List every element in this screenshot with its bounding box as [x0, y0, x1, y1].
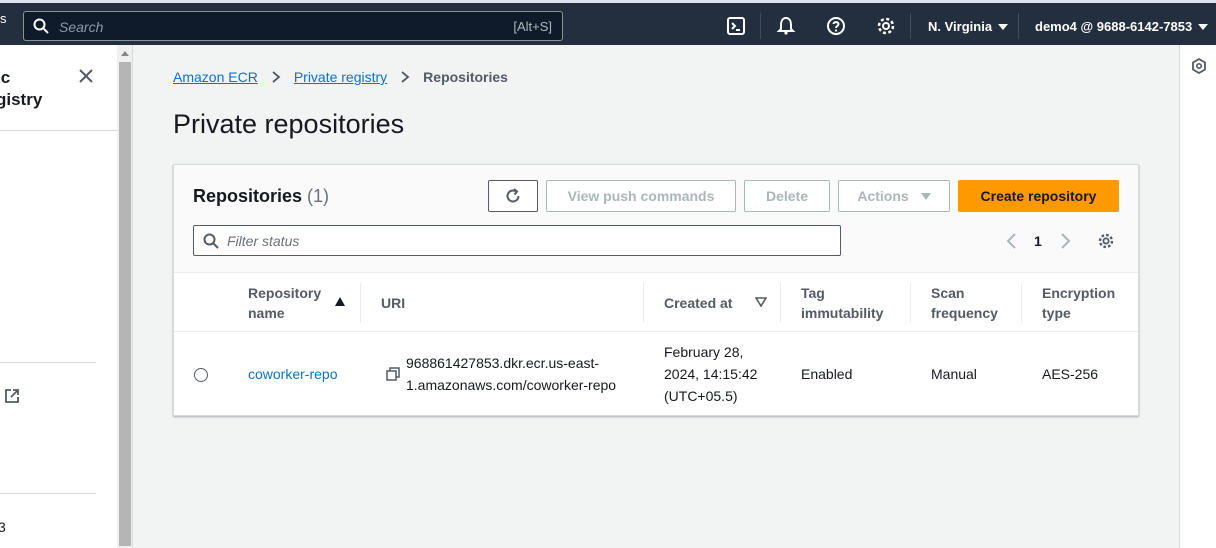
column-header-tag-immutability[interactable]: Tag immutability — [801, 283, 883, 323]
region-label: N. Virginia — [928, 19, 993, 34]
notifications-bell-icon[interactable] — [775, 15, 797, 37]
container-heading: Repositories (1) — [193, 186, 329, 207]
actions-label: Actions — [857, 188, 909, 204]
header-line: Encryption — [1042, 285, 1116, 301]
right-tools-rail — [1179, 45, 1216, 548]
heading-label: Repositories — [193, 186, 303, 206]
nav-fragment: s — [0, 11, 7, 26]
drawer-title-line: ic — [0, 68, 11, 87]
breadcrumb-private-registry[interactable]: Private registry — [294, 69, 387, 85]
drawer-fragment: 3 — [0, 519, 6, 535]
top-nav: s Search [Alt+S] N. Virginia demo4 @ 968… — [0, 0, 1216, 45]
copy-icon[interactable] — [386, 367, 400, 381]
column-separator — [780, 283, 781, 323]
breadcrumb: Amazon ECR Private registry Repositories — [173, 69, 508, 85]
column-header-uri[interactable]: URI — [381, 293, 405, 313]
view-push-commands-button[interactable]: View push commands — [546, 180, 736, 212]
repositories-container: Repositories (1) View push commands Dele… — [173, 164, 1139, 416]
drawer-scrollbar[interactable] — [117, 45, 133, 548]
filter-placeholder: Filter status — [227, 233, 300, 249]
divider — [0, 130, 117, 131]
column-header-created-at[interactable]: Created at — [664, 293, 732, 313]
cloudshell-icon[interactable] — [725, 15, 747, 37]
scroll-up-icon[interactable] — [121, 51, 129, 56]
chevron-right-icon — [272, 71, 281, 83]
uri-line: 1.amazonaws.com/coworker-repo — [406, 377, 617, 393]
account-menu[interactable]: demo4 @ 9688-6142-7853 — [1035, 19, 1209, 34]
drawer-title: ic gistry — [0, 67, 42, 111]
search-placeholder: Search — [59, 19, 104, 35]
created-at-value: February 28, 2024, 14:15:42 (UTC+05.5) — [664, 341, 757, 407]
header-line: name — [248, 305, 285, 321]
header-line: frequency — [931, 305, 998, 321]
created-line: (UTC+05.5) — [664, 388, 738, 404]
region-selector[interactable]: N. Virginia — [928, 19, 1009, 34]
previous-page-icon[interactable] — [1005, 231, 1017, 251]
sort-ascending-icon[interactable] — [335, 297, 345, 306]
row-divider — [174, 331, 1138, 332]
nav-separator — [910, 13, 911, 39]
repository-uri: 968861427853.dkr.ecr.us-east- 1.amazonaw… — [406, 352, 616, 396]
info-panel-icon[interactable] — [1191, 58, 1207, 74]
nav-separator — [760, 13, 761, 39]
column-separator — [643, 283, 644, 323]
help-icon[interactable] — [825, 15, 847, 37]
column-header-encryption-type[interactable]: Encryption type — [1042, 283, 1115, 323]
scan-frequency-value: Manual — [931, 366, 977, 382]
close-icon[interactable] — [77, 67, 95, 85]
search-input[interactable]: Search [Alt+S] — [23, 11, 563, 41]
caret-down-icon — [920, 192, 931, 200]
repository-name-link[interactable]: coworker-repo — [248, 363, 337, 385]
column-header-scan-frequency[interactable]: Scan frequency — [931, 283, 998, 323]
create-repository-button[interactable]: Create repository — [958, 180, 1119, 212]
refresh-icon — [506, 188, 520, 203]
column-separator — [360, 283, 361, 323]
scroll-thumb[interactable] — [119, 62, 131, 546]
repository-count: (1) — [307, 186, 330, 206]
chevron-right-icon — [401, 71, 410, 83]
caret-down-icon — [1198, 24, 1209, 30]
page-title: Private repositories — [173, 109, 405, 139]
column-header-repository-name[interactable]: Repository name — [248, 283, 321, 323]
header-line: immutability — [801, 305, 884, 321]
search-shortcut: [Alt+S] — [513, 19, 552, 34]
table-settings-gear-icon[interactable] — [1097, 232, 1115, 250]
external-link-icon[interactable] — [4, 388, 20, 404]
header-line: Repository — [248, 285, 322, 301]
settings-gear-icon[interactable] — [875, 15, 897, 37]
side-navigation: ic gistry 3 — [0, 45, 117, 548]
delete-button[interactable]: Delete — [744, 180, 830, 212]
actions-dropdown[interactable]: Actions — [838, 180, 950, 212]
account-label: demo4 @ 9688-6142-7853 — [1035, 19, 1193, 34]
encryption-type-value: AES-256 — [1042, 366, 1099, 382]
next-page-icon[interactable] — [1060, 231, 1072, 251]
uri-line: 968861427853.dkr.ecr.us-east- — [406, 355, 600, 371]
row-select-radio[interactable] — [194, 368, 208, 382]
header-line: Scan — [931, 285, 965, 301]
header-line: type — [1042, 305, 1071, 321]
refresh-button[interactable] — [488, 180, 538, 212]
breadcrumb-amazon-ecr[interactable]: Amazon ECR — [173, 69, 258, 85]
search-icon — [203, 233, 219, 249]
sort-descending-icon[interactable] — [755, 297, 767, 307]
page-number[interactable]: 1 — [1034, 233, 1042, 253]
column-separator — [910, 283, 911, 323]
nav-separator — [1018, 13, 1019, 39]
search-icon — [33, 18, 49, 34]
drawer-title-line: gistry — [0, 90, 43, 109]
divider — [0, 362, 96, 363]
column-separator — [1021, 283, 1022, 323]
header-line: Tag — [801, 285, 825, 301]
caret-down-icon — [998, 24, 1009, 30]
divider — [0, 493, 96, 494]
breadcrumb-current: Repositories — [423, 69, 508, 85]
tag-immutability-value: Enabled — [801, 366, 853, 382]
filter-input[interactable]: Filter status — [193, 225, 841, 256]
created-line: 2024, 14:15:42 — [664, 366, 758, 382]
created-line: February 28, — [664, 344, 744, 360]
